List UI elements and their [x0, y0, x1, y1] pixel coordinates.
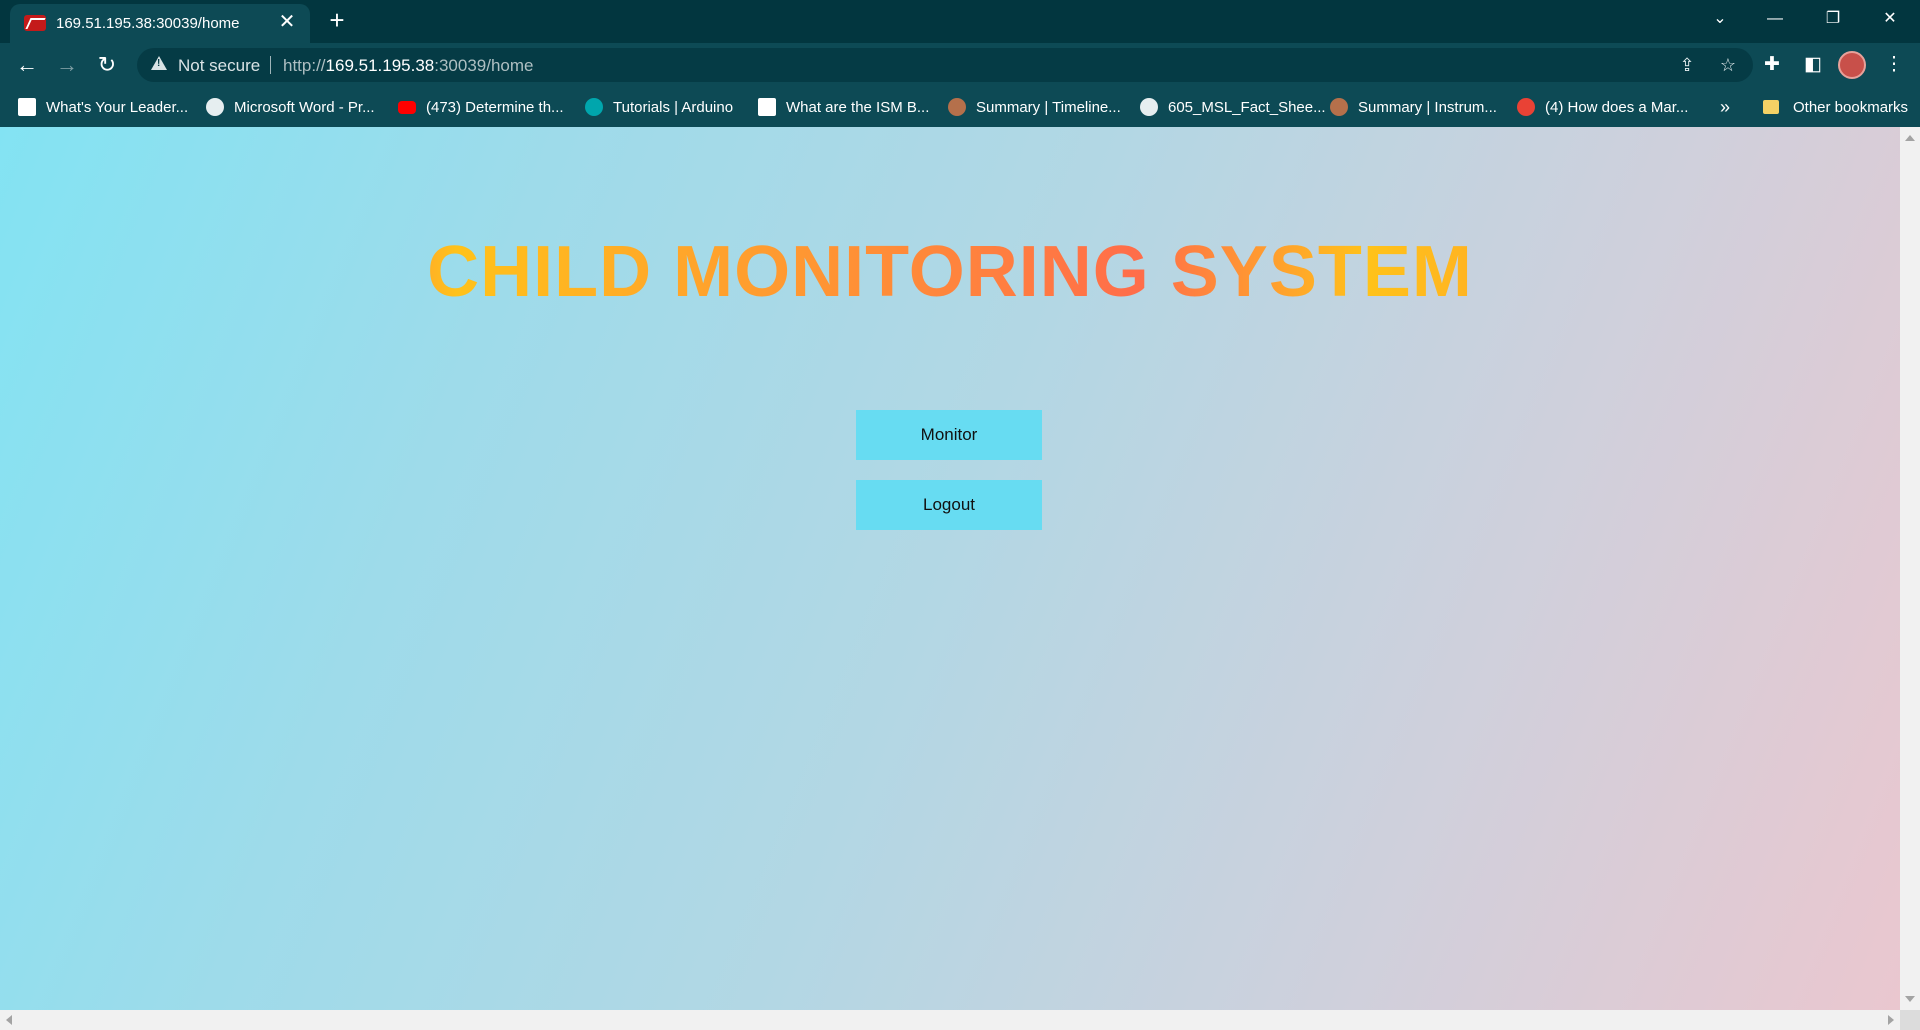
tab-strip: 169.51.195.38:30039/home ✕ + ⌄ — ❐ ✕	[0, 0, 1920, 43]
scroll-down-arrow-icon[interactable]	[1905, 996, 1915, 1002]
menu-kebab-icon[interactable]: ⋮	[1878, 49, 1910, 81]
monitor-button[interactable]: Monitor	[856, 410, 1042, 460]
scrollbar-corner	[1900, 1010, 1920, 1030]
other-bookmarks-folder[interactable]: Other bookmarks	[1763, 94, 1908, 120]
close-window-button[interactable]: ✕	[1865, 0, 1915, 40]
other-bookmarks-label: Other bookmarks	[1793, 98, 1909, 116]
share-icon[interactable]: ⇪	[1674, 52, 1700, 78]
browser-toolbar: ← → ↻ Not secure http://169.51.195.38:30…	[0, 43, 1920, 87]
folder-icon	[1763, 100, 1779, 114]
google-icon	[1517, 98, 1535, 116]
bookmark-label: Summary | Instrum...	[1358, 98, 1497, 116]
new-tab-button[interactable]: +	[322, 5, 352, 35]
url-host: 169.51.195.38	[325, 56, 435, 75]
bookmark-label: Summary | Timeline...	[976, 98, 1121, 116]
bookmark-item[interactable]: 605_MSL_Fact_Shee...	[1140, 94, 1326, 120]
warning-icon	[151, 56, 167, 70]
tab-title: 169.51.195.38:30039/home	[56, 15, 240, 32]
w-logo-icon	[18, 98, 36, 116]
youtube-icon	[398, 100, 416, 114]
bookmark-item[interactable]: (473) Determine th...	[398, 94, 564, 120]
more-bookmarks-chevron-icon[interactable]: »	[1720, 94, 1730, 120]
minimize-button[interactable]: —	[1750, 0, 1800, 40]
globe-icon	[206, 98, 224, 116]
divider	[270, 56, 271, 74]
page-title: CHILD MONITORING SYSTEM	[0, 231, 1900, 313]
site-favicon-icon	[24, 15, 46, 31]
bookmark-label: Microsoft Word - Pr...	[234, 98, 375, 116]
bookmark-item[interactable]: What's Your Leader...	[18, 94, 188, 120]
globe-icon	[1140, 98, 1158, 116]
document-icon	[758, 98, 776, 116]
bookmark-label: What are the ISM B...	[786, 98, 930, 116]
restore-button[interactable]: ❐	[1808, 0, 1858, 40]
bookmark-label: (4) How does a Mar...	[1545, 98, 1689, 116]
extensions-puzzle-icon[interactable]: ✚	[1756, 49, 1788, 81]
scroll-right-arrow-icon[interactable]	[1888, 1015, 1894, 1025]
scroll-left-arrow-icon[interactable]	[6, 1015, 12, 1025]
close-tab-icon[interactable]: ✕	[276, 11, 298, 33]
side-panel-icon[interactable]: ◧	[1797, 49, 1829, 81]
bookmark-item[interactable]: What are the ISM B...	[758, 94, 929, 120]
vertical-scrollbar[interactable]	[1900, 127, 1920, 1010]
reload-button[interactable]: ↻	[91, 49, 123, 81]
arduino-icon	[585, 98, 603, 116]
page-viewport: CHILD MONITORING SYSTEM Monitor Logout	[0, 127, 1900, 1010]
url-scheme: http://	[283, 56, 326, 75]
bookmark-star-icon[interactable]: ☆	[1715, 52, 1741, 78]
logout-button[interactable]: Logout	[856, 480, 1042, 530]
bookmark-label: 605_MSL_Fact_Shee...	[1168, 98, 1326, 116]
mars-icon	[948, 98, 966, 116]
forward-button[interactable]: →	[51, 49, 83, 81]
bookmark-item[interactable]: Tutorials | Arduino	[585, 94, 733, 120]
bookmarks-bar: What's Your Leader... Microsoft Word - P…	[0, 87, 1920, 127]
bookmark-item[interactable]: Summary | Timeline...	[948, 94, 1121, 120]
tab-search-icon[interactable]: ⌄	[1695, 0, 1745, 40]
bookmark-label: What's Your Leader...	[46, 98, 189, 116]
address-bar[interactable]: Not secure http://169.51.195.38:30039/ho…	[137, 48, 1753, 82]
bookmark-item[interactable]: Summary | Instrum...	[1330, 94, 1497, 120]
horizontal-scrollbar[interactable]	[0, 1010, 1900, 1030]
back-button[interactable]: ←	[11, 49, 43, 81]
bookmark-label: Tutorials | Arduino	[613, 98, 734, 116]
bookmark-label: (473) Determine th...	[426, 98, 564, 116]
mars-icon	[1330, 98, 1348, 116]
security-label[interactable]: Not secure	[178, 56, 260, 76]
profile-avatar[interactable]	[1838, 51, 1866, 79]
scroll-up-arrow-icon[interactable]	[1905, 135, 1915, 141]
url-text[interactable]: http://169.51.195.38:30039/home	[283, 56, 534, 76]
url-path: :30039/home	[434, 56, 534, 75]
bookmark-item[interactable]: (4) How does a Mar...	[1517, 94, 1688, 120]
bookmark-item[interactable]: Microsoft Word - Pr...	[206, 94, 375, 120]
active-tab[interactable]: 169.51.195.38:30039/home ✕	[10, 4, 310, 43]
